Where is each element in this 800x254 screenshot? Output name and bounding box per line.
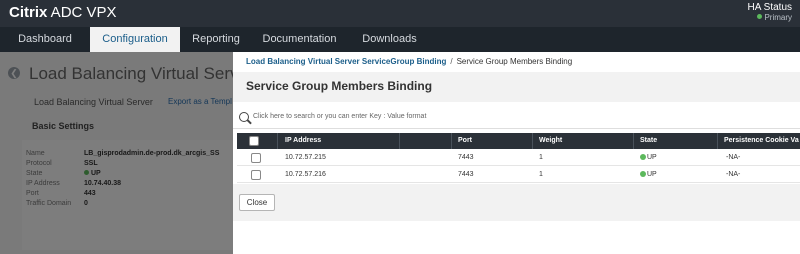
- table-header: IP Address Port Weight State Persistence…: [237, 133, 800, 149]
- column-divider: [399, 133, 400, 149]
- nav-reporting[interactable]: Reporting: [180, 27, 252, 52]
- brand-product: ADC VPX: [47, 4, 117, 21]
- close-button[interactable]: Close: [239, 194, 275, 211]
- ha-status[interactable]: HA Status Primary: [748, 2, 792, 22]
- column-header-ip[interactable]: IP Address: [285, 133, 321, 149]
- cell-weight: 1: [539, 154, 543, 161]
- nav-downloads[interactable]: Downloads: [347, 27, 432, 52]
- column-divider: [532, 133, 533, 149]
- search-bar[interactable]: Click here to search or you can enter Ke…: [233, 106, 800, 129]
- column-header-weight[interactable]: Weight: [539, 133, 562, 149]
- column-header-port[interactable]: Port: [458, 133, 472, 149]
- cell-port: 7443: [458, 171, 474, 178]
- row-checkbox[interactable]: [251, 153, 261, 163]
- cell-ip: 10.72.57.215: [285, 154, 326, 161]
- breadcrumb-separator: /: [450, 57, 453, 66]
- ha-status-value: Primary: [748, 13, 792, 22]
- panel-footer: Close: [233, 184, 800, 221]
- breadcrumb-current: Service Group Members Binding: [456, 57, 573, 66]
- panel-header: Service Group Members Binding: [233, 72, 800, 102]
- ha-status-title: HA Status: [747, 2, 792, 13]
- column-divider: [451, 133, 452, 149]
- search-input[interactable]: Click here to search or you can enter Ke…: [253, 113, 426, 120]
- binding-panel: Load Balancing Virtual Server ServiceGro…: [233, 52, 800, 254]
- column-divider: [717, 133, 718, 149]
- cell-persistence-cookie: -NA-: [726, 154, 741, 161]
- top-bar: Citrix ADC VPX HA Status Primary: [0, 0, 800, 27]
- status-dot-icon: [757, 14, 763, 19]
- breadcrumb: Load Balancing Virtual Server ServiceGro…: [246, 57, 572, 66]
- search-icon: [239, 112, 249, 122]
- ha-status-label: Primary: [764, 13, 792, 22]
- nav-dashboard[interactable]: Dashboard: [0, 27, 90, 52]
- table-row[interactable]: 10.72.57.215 7443 1 UP -NA-: [237, 149, 800, 166]
- cell-state-label: UP: [647, 154, 657, 161]
- cell-ip: 10.72.57.216: [285, 171, 326, 178]
- cell-state: UP: [640, 166, 657, 183]
- nav-documentation[interactable]: Documentation: [252, 27, 347, 52]
- modal-overlay[interactable]: [0, 52, 233, 254]
- breadcrumb-link[interactable]: Load Balancing Virtual Server ServiceGro…: [246, 57, 446, 66]
- nav-configuration[interactable]: Configuration: [90, 27, 180, 52]
- column-header-state[interactable]: State: [640, 133, 657, 149]
- cell-persistence-cookie: -NA-: [726, 171, 741, 178]
- column-divider: [633, 133, 634, 149]
- table-row[interactable]: 10.72.57.216 7443 1 UP -NA-: [237, 166, 800, 183]
- cell-state: UP: [640, 149, 657, 166]
- column-divider: [277, 133, 278, 149]
- panel-title: Service Group Members Binding: [246, 79, 433, 93]
- cell-port: 7443: [458, 154, 474, 161]
- row-checkbox[interactable]: [251, 170, 261, 180]
- brand-name: Citrix: [9, 4, 48, 21]
- state-up-icon: [640, 171, 646, 177]
- state-up-icon: [640, 154, 646, 160]
- select-all-checkbox[interactable]: [249, 136, 259, 146]
- cell-weight: 1: [539, 171, 543, 178]
- column-header-persistence-cookie[interactable]: Persistence Cookie Va: [724, 133, 799, 149]
- app-brand: Citrix ADC VPX: [9, 4, 117, 21]
- main-nav: Dashboard Configuration Reporting Docume…: [0, 27, 800, 52]
- cell-state-label: UP: [647, 171, 657, 178]
